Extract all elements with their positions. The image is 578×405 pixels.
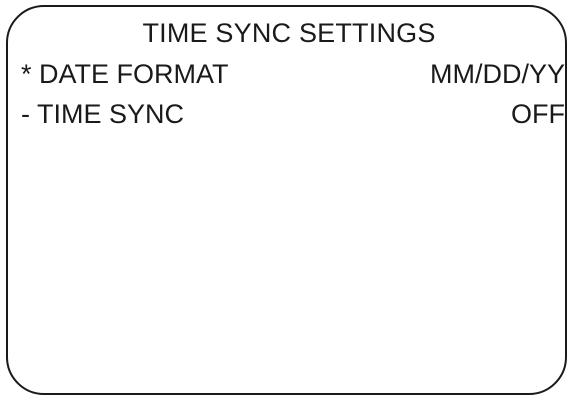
menu-item-value: OFF — [511, 99, 565, 129]
menu-item-value: MM/DD/YY — [430, 59, 565, 89]
menu-item-date-format[interactable]: * DATE FORMAT MM/DD/YY — [21, 58, 565, 90]
menu-item-label: - TIME SYNC — [21, 99, 185, 129]
menu-item-label: * DATE FORMAT — [21, 59, 229, 89]
menu-item-time-sync[interactable]: - TIME SYNC OFF — [21, 98, 565, 130]
screen-title: TIME SYNC SETTINGS — [142, 18, 436, 48]
